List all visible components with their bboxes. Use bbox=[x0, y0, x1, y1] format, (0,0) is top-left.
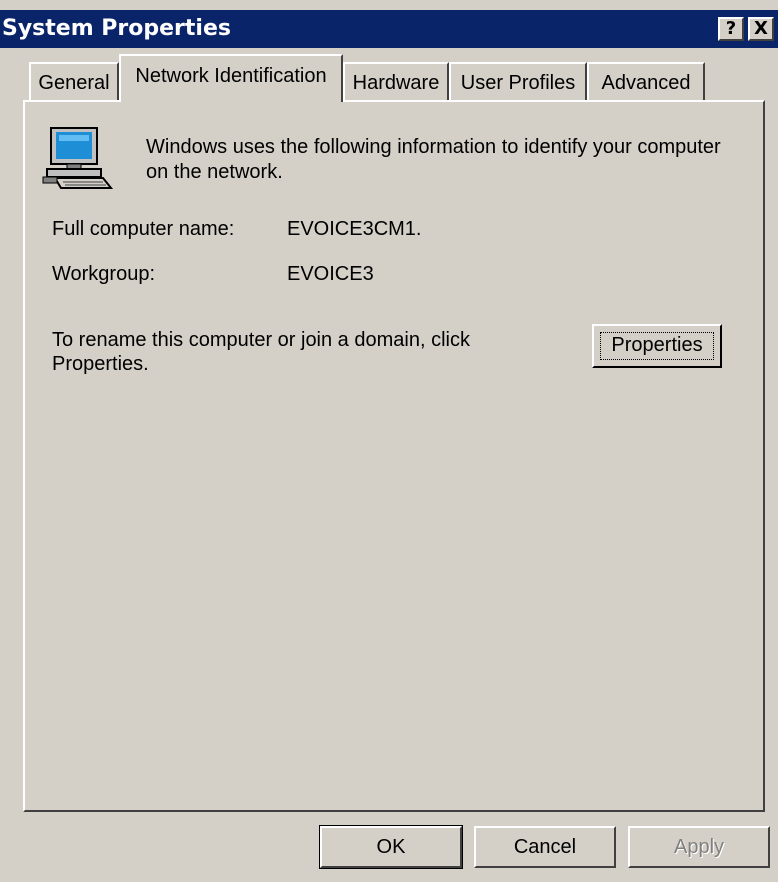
computer-icon bbox=[41, 126, 117, 190]
help-button[interactable]: ? bbox=[718, 17, 744, 41]
workgroup-label: Workgroup: bbox=[52, 263, 156, 285]
system-properties-dialog: System Properties ? X General Network Id… bbox=[0, 0, 778, 882]
properties-button[interactable]: Properties bbox=[592, 324, 722, 368]
workgroup-value: EVOICE3 bbox=[287, 263, 374, 285]
close-button[interactable]: X bbox=[748, 17, 774, 41]
focus-indicator bbox=[600, 332, 714, 360]
tab-advanced[interactable]: Advanced bbox=[587, 62, 705, 102]
rename-instructions-line-2: Properties. bbox=[52, 353, 149, 375]
tab-general[interactable]: General bbox=[29, 62, 119, 102]
tab-hardware[interactable]: Hardware bbox=[343, 62, 449, 102]
tab-panel: Windows uses the following information t… bbox=[23, 100, 765, 812]
description-line-2: on the network. bbox=[146, 161, 283, 183]
tab-network-identification[interactable]: Network Identification bbox=[119, 54, 343, 102]
apply-button[interactable]: Apply bbox=[628, 826, 770, 868]
cancel-button[interactable]: Cancel bbox=[474, 826, 616, 868]
rename-instructions-line-1: To rename this computer or join a domain… bbox=[52, 329, 470, 351]
tab-user-profiles[interactable]: User Profiles bbox=[449, 62, 587, 102]
title-bar[interactable]: System Properties ? X bbox=[0, 10, 778, 48]
window-title: System Properties bbox=[2, 16, 231, 41]
ok-button[interactable]: OK bbox=[319, 825, 463, 869]
full-computer-name-value: EVOICE3CM1. bbox=[287, 218, 422, 240]
full-computer-name-label: Full computer name: bbox=[52, 218, 235, 240]
description-line-1: Windows uses the following information t… bbox=[146, 136, 721, 158]
